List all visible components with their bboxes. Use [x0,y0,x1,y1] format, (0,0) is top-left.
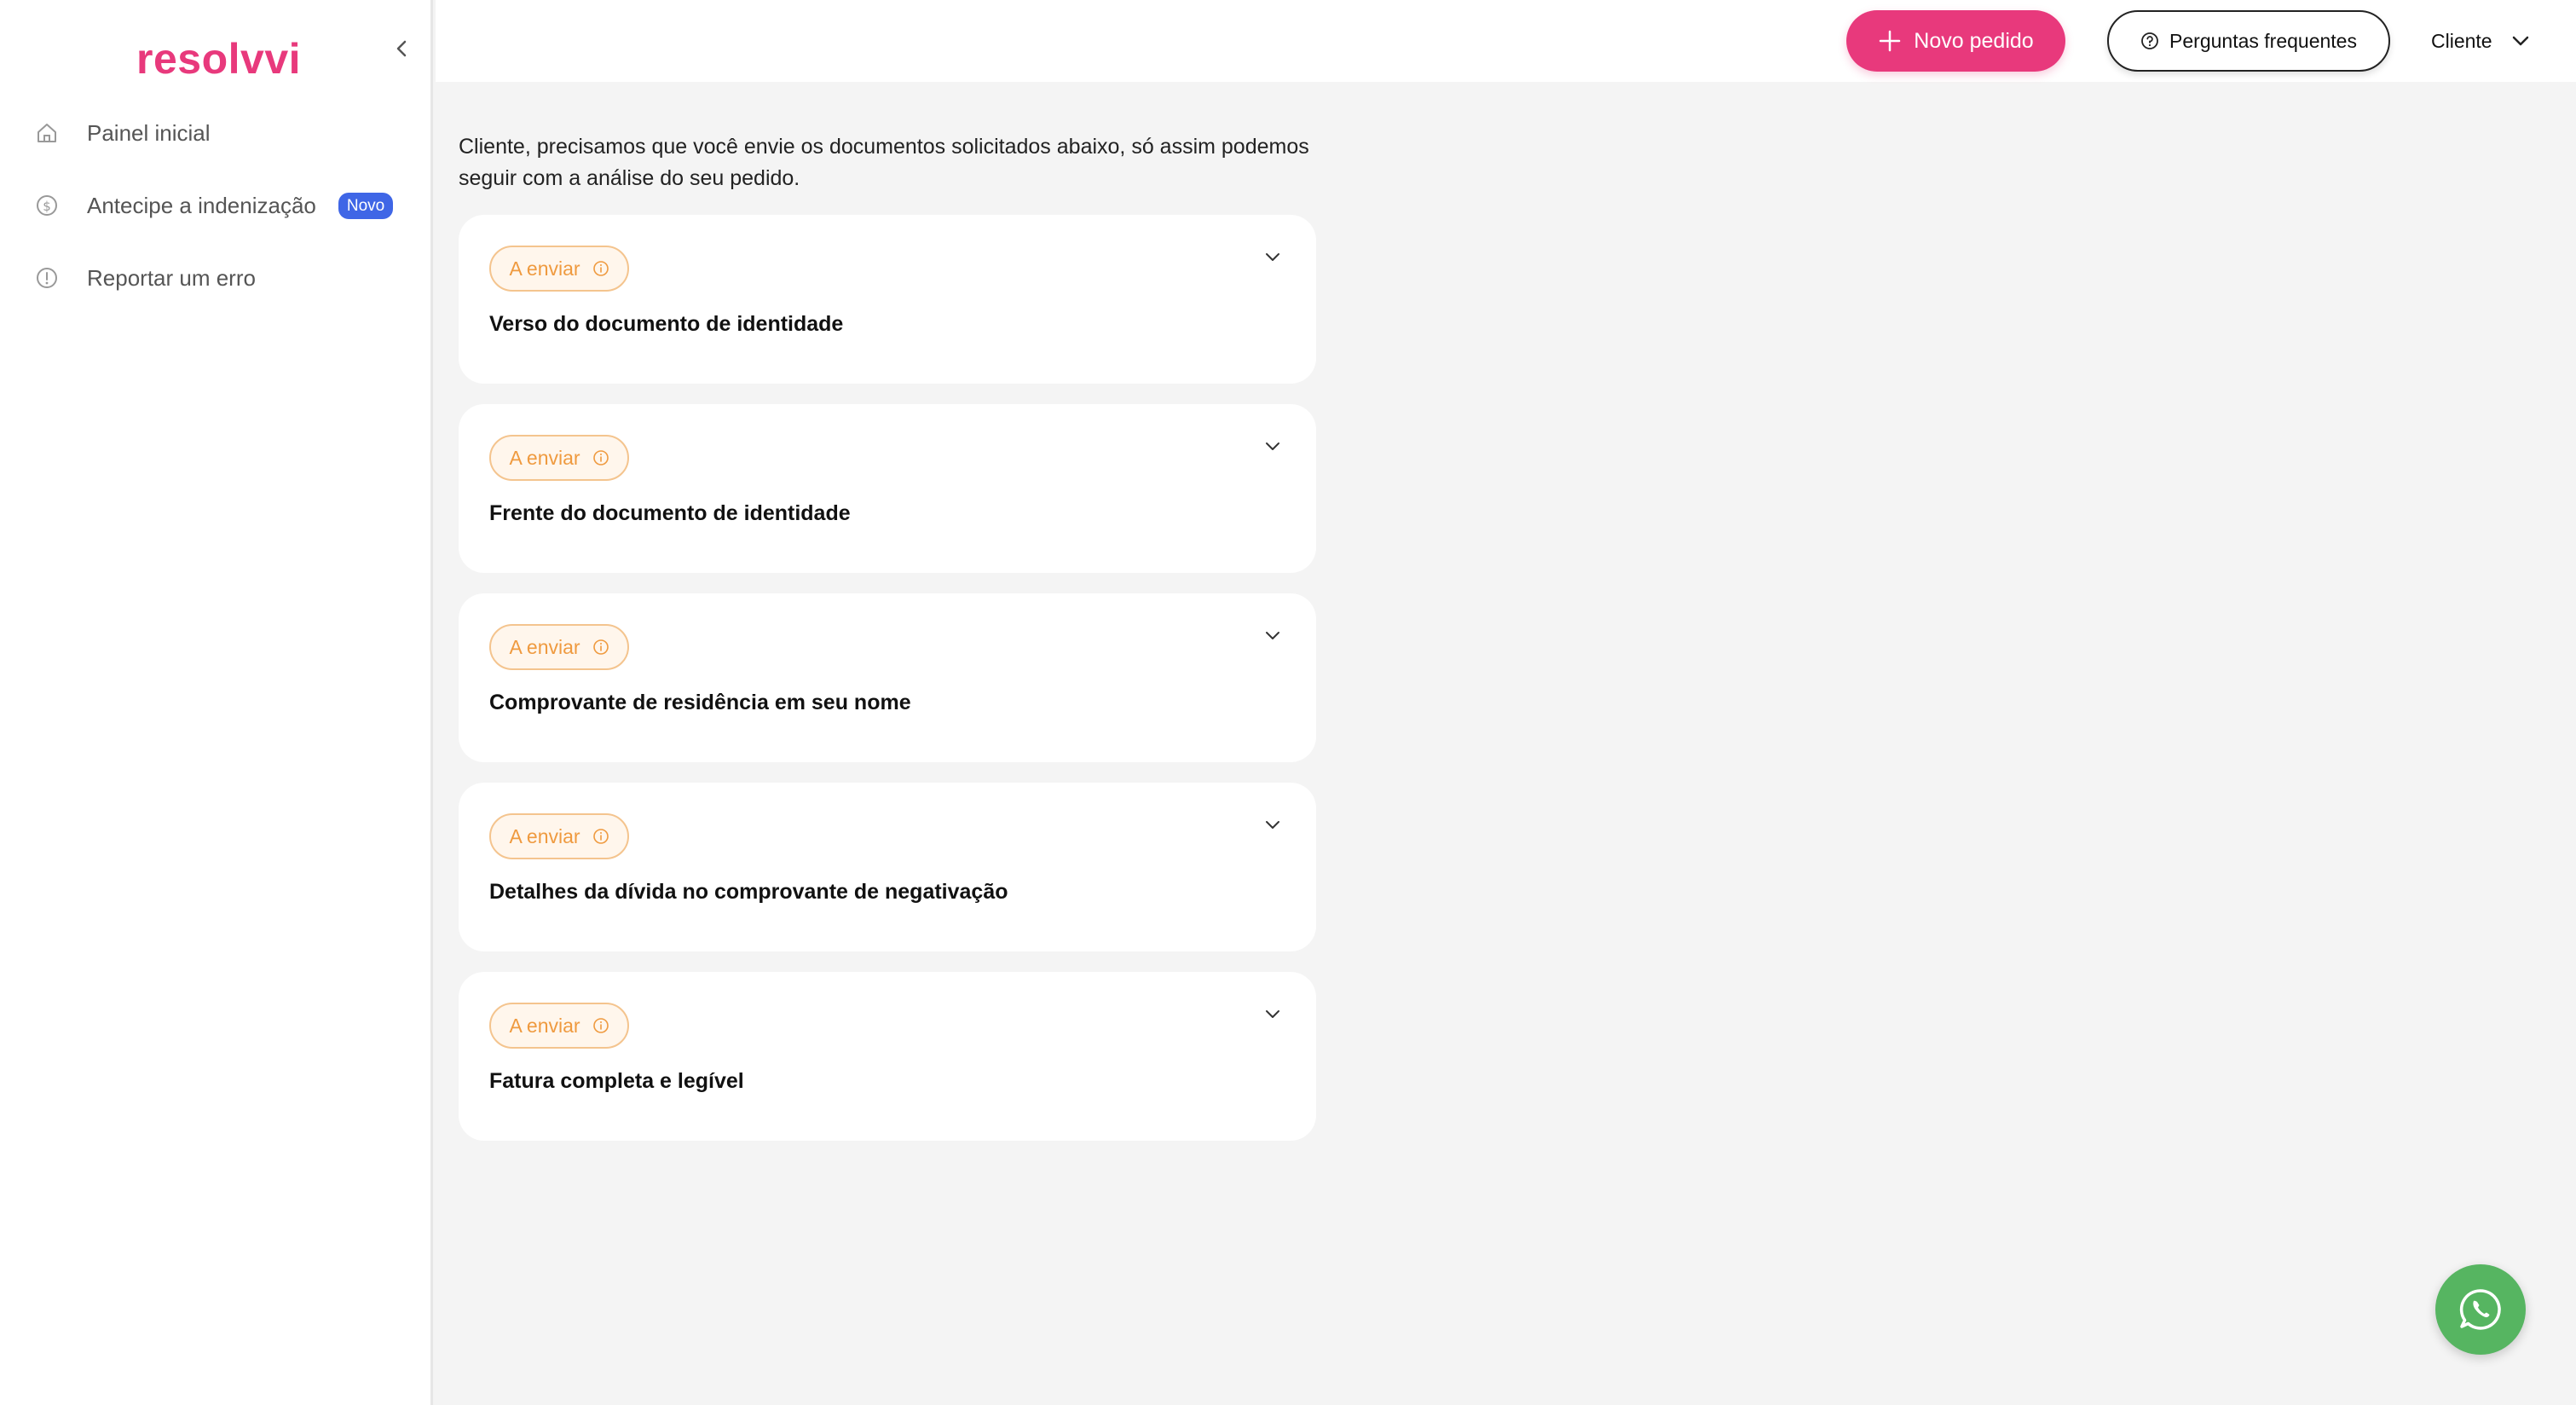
document-card[interactable]: A enviar Fatura completa e legível [459,972,1316,1141]
status-label: A enviar [509,257,580,280]
chevron-down-icon [1266,253,1279,261]
whatsapp-chat-button[interactable] [2435,1264,2526,1355]
alert-icon [32,263,61,292]
expand-toggle[interactable] [1260,622,1285,648]
chevron-down-icon [1266,1010,1279,1018]
new-badge: Novo [338,192,394,219]
info-icon[interactable] [592,639,609,656]
home-icon [32,119,61,147]
info-icon[interactable] [592,1017,609,1034]
status-label: A enviar [509,824,580,847]
status-badge: A enviar [489,813,629,859]
status-label: A enviar [509,446,580,469]
document-card[interactable]: A enviar Verso do documento de identidad… [459,215,1316,384]
new-order-button[interactable]: Novo pedido [1846,10,2065,72]
status-badge: A enviar [489,624,629,670]
chevron-down-icon [1266,632,1279,639]
intro-text: Cliente, precisamos que você envie os do… [459,135,1309,190]
status-badge: A enviar [489,246,629,292]
faq-label: Perguntas frequentes [2169,29,2357,52]
document-title: Comprovante de residência em seu nome [489,691,911,714]
user-menu[interactable]: Cliente [2431,20,2530,61]
document-card[interactable]: A enviar Frente do documento de identida… [459,404,1316,573]
sidebar-item-antecipe-indenizacao[interactable]: $ Antecipe a indenização Novo [32,182,416,229]
chevron-down-icon [1266,821,1279,829]
document-title: Frente do documento de identidade [489,501,851,525]
faq-button[interactable]: Perguntas frequentes [2107,10,2390,72]
chevron-left-icon [396,40,407,57]
document-title: Fatura completa e legível [489,1069,744,1093]
sidebar-item-label: Reportar um erro [87,264,256,291]
resolvvi-logo[interactable]: resolvvi [136,24,301,84]
chevron-down-icon [2512,36,2528,46]
plus-icon [1880,30,1901,52]
status-badge: A enviar [489,435,629,481]
status-label: A enviar [509,635,580,658]
user-name: Cliente [2431,29,2492,52]
document-title: Verso do documento de identidade [489,312,844,336]
chevron-down-icon [1266,442,1279,450]
info-icon[interactable] [592,828,609,845]
help-circle-icon [2141,32,2158,49]
status-label: A enviar [509,1014,580,1037]
document-card[interactable]: A enviar Detalhes da dívida no comprovan… [459,783,1316,951]
whatsapp-icon [2459,1289,2501,1330]
status-badge: A enviar [489,1003,629,1049]
collapse-sidebar-button[interactable] [389,36,414,61]
sidebar-item-label: Antecipe a indenização [87,192,316,218]
document-title: Detalhes da dívida no comprovante de neg… [489,880,1008,904]
svg-text:$: $ [43,199,51,214]
new-order-label: Novo pedido [1914,28,2034,53]
sidebar-item-painel-inicial[interactable]: Painel inicial [32,109,416,157]
expand-toggle[interactable] [1260,1001,1285,1026]
logo-text: resolvvi [136,35,302,83]
dollar-icon: $ [32,191,61,220]
info-icon[interactable] [592,260,609,277]
sidebar-item-label: Painel inicial [87,119,211,146]
expand-toggle[interactable] [1260,244,1285,269]
sidebar: resolvvi Painel inicial $ Antecipe a ind… [0,0,433,1405]
expand-toggle[interactable] [1260,433,1285,459]
expand-toggle[interactable] [1260,812,1285,837]
info-icon[interactable] [592,449,609,466]
sidebar-item-reportar-erro[interactable]: Reportar um erro [32,254,416,302]
document-card[interactable]: A enviar Comprovante de residência em se… [459,593,1316,762]
